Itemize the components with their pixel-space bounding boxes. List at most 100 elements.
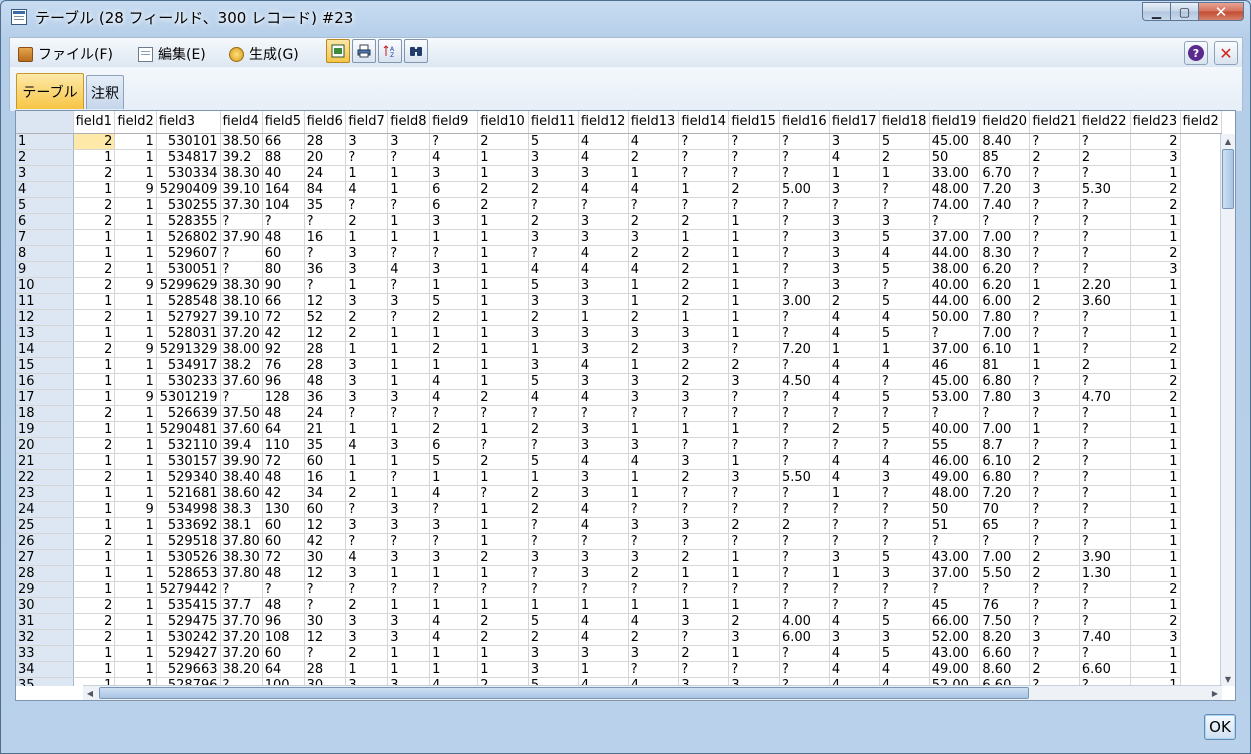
table-cell[interactable]: 1 bbox=[345, 453, 389, 470]
table-cell[interactable]: 3 bbox=[387, 293, 431, 310]
table-cell[interactable]: 5279442 bbox=[156, 581, 221, 598]
table-cell[interactable]: 3 bbox=[345, 629, 389, 646]
table-cell[interactable]: 92 bbox=[262, 341, 305, 358]
table-cell[interactable]: ? bbox=[678, 405, 730, 422]
table-cell[interactable]: ? bbox=[879, 197, 930, 214]
table-cell[interactable]: ? bbox=[220, 213, 263, 230]
table-cell[interactable]: 5.50 bbox=[979, 565, 1031, 582]
table-cell[interactable]: 7.80 bbox=[979, 389, 1031, 406]
table-cell[interactable]: 6.00 bbox=[779, 629, 830, 646]
table-cell[interactable]: 1 bbox=[728, 549, 780, 566]
table-cell[interactable]: 3 bbox=[1029, 181, 1080, 198]
table-cell[interactable]: 528355 bbox=[156, 213, 221, 230]
table-cell[interactable]: ? bbox=[528, 517, 579, 534]
table-cell[interactable]: 1 bbox=[429, 661, 479, 678]
column-header[interactable]: field9 bbox=[429, 111, 479, 134]
table-cell[interactable]: ? bbox=[578, 581, 629, 598]
table-cell[interactable]: 9 bbox=[114, 501, 157, 518]
table-cell[interactable]: 4 bbox=[829, 645, 880, 662]
table-cell[interactable]: 5 bbox=[429, 293, 479, 310]
table-cell[interactable]: 4 bbox=[578, 149, 629, 166]
table-cell[interactable]: 1 bbox=[477, 661, 529, 678]
table-cell[interactable]: 534917 bbox=[156, 357, 221, 374]
table-cell[interactable]: 38.3 bbox=[220, 501, 263, 518]
maximize-button[interactable]: ▢ bbox=[1170, 2, 1198, 21]
table-cell[interactable]: 3 bbox=[345, 389, 389, 406]
table-cell[interactable]: 4.50 bbox=[779, 373, 830, 390]
table-cell[interactable]: 60 bbox=[304, 501, 347, 518]
table-cell[interactable]: 6.20 bbox=[979, 277, 1031, 294]
table-cell[interactable]: 1 bbox=[578, 309, 629, 326]
table-cell[interactable]: 35 bbox=[304, 197, 347, 214]
table-cell[interactable]: 3 bbox=[578, 229, 629, 246]
vertical-scroll-thumb[interactable] bbox=[1222, 149, 1234, 209]
table-cell[interactable]: 2 bbox=[678, 645, 730, 662]
table-cell[interactable]: 42 bbox=[304, 533, 347, 550]
menu-edit[interactable]: 編集(E) bbox=[138, 44, 206, 64]
table-cell[interactable]: 2 bbox=[1029, 565, 1080, 582]
table-cell[interactable]: 2 bbox=[628, 149, 680, 166]
table-cell[interactable]: ? bbox=[528, 437, 579, 454]
table-cell[interactable]: 60 bbox=[262, 645, 305, 662]
table-cell[interactable]: 5 bbox=[528, 373, 579, 390]
table-cell[interactable]: 1 bbox=[114, 549, 157, 566]
table-cell[interactable]: 66.00 bbox=[929, 613, 981, 630]
column-header[interactable]: field1 bbox=[73, 111, 116, 134]
table-cell[interactable]: 3 bbox=[628, 389, 680, 406]
table-cell[interactable]: 2 bbox=[528, 181, 579, 198]
table-cell[interactable]: ? bbox=[879, 373, 930, 390]
table-cell[interactable]: ? bbox=[929, 325, 981, 342]
table-cell[interactable]: ? bbox=[779, 197, 830, 214]
table-cell[interactable]: ? bbox=[728, 149, 780, 166]
table-cell[interactable]: ? bbox=[728, 437, 780, 454]
table-cell[interactable]: 2 bbox=[678, 245, 730, 262]
table-cell[interactable]: 530242 bbox=[156, 629, 221, 646]
table-cell[interactable]: 4 bbox=[578, 261, 629, 278]
table-cell[interactable]: 38.1 bbox=[220, 517, 263, 534]
table-cell[interactable]: 3 bbox=[728, 629, 780, 646]
table-cell[interactable]: 7.40 bbox=[1079, 629, 1131, 646]
table-cell[interactable]: 108 bbox=[262, 629, 305, 646]
table-cell[interactable]: 1 bbox=[728, 597, 780, 614]
table-cell[interactable]: ? bbox=[728, 389, 780, 406]
table-cell[interactable]: ? bbox=[1029, 309, 1080, 326]
table-cell[interactable]: 37.80 bbox=[220, 565, 263, 582]
table-cell[interactable]: ? bbox=[1029, 325, 1080, 342]
table-cell[interactable]: ? bbox=[1079, 421, 1131, 438]
table-cell[interactable]: 37.70 bbox=[220, 613, 263, 630]
table-cell[interactable]: 12 bbox=[304, 629, 347, 646]
table-cell[interactable]: 1 bbox=[114, 357, 157, 374]
table-cell[interactable]: 528548 bbox=[156, 293, 221, 310]
column-header[interactable]: field2 bbox=[1180, 111, 1222, 134]
table-cell[interactable]: ? bbox=[1029, 581, 1080, 598]
table-cell[interactable]: ? bbox=[1079, 309, 1131, 326]
table-cell[interactable]: ? bbox=[578, 197, 629, 214]
table-cell[interactable]: 3 bbox=[879, 213, 930, 230]
table-cell[interactable]: ? bbox=[429, 501, 479, 518]
column-header[interactable]: field5 bbox=[262, 111, 305, 134]
table-cell[interactable]: 39.4 bbox=[220, 437, 263, 454]
table-cell[interactable]: ? bbox=[304, 277, 347, 294]
table-cell[interactable]: ? bbox=[628, 661, 680, 678]
table-cell[interactable]: ? bbox=[1029, 613, 1080, 630]
table-cell[interactable]: 530051 bbox=[156, 261, 221, 278]
table-cell[interactable]: 1 bbox=[387, 565, 431, 582]
row-number[interactable]: 1 bbox=[16, 133, 74, 150]
table-cell[interactable]: ? bbox=[728, 485, 780, 502]
table-cell[interactable]: 4 bbox=[578, 133, 629, 150]
table-cell[interactable]: 37.00 bbox=[929, 565, 981, 582]
table-cell[interactable]: 5291329 bbox=[156, 341, 221, 358]
table-cell[interactable]: ? bbox=[979, 581, 1031, 598]
table-cell[interactable]: 38.2 bbox=[220, 357, 263, 374]
table-cell[interactable]: 4 bbox=[829, 613, 880, 630]
table-cell[interactable]: 45 bbox=[929, 597, 981, 614]
table-cell[interactable]: 1 bbox=[1130, 501, 1181, 518]
table-cell[interactable]: 3 bbox=[578, 213, 629, 230]
tab-table[interactable]: テーブル bbox=[16, 73, 84, 109]
table-cell[interactable]: 1 bbox=[477, 517, 529, 534]
table-cell[interactable]: 2 bbox=[477, 453, 529, 470]
table-cell[interactable]: 1 bbox=[728, 261, 780, 278]
table-cell[interactable]: 2 bbox=[628, 213, 680, 230]
table-cell[interactable]: ? bbox=[387, 149, 431, 166]
table-cell[interactable]: 4 bbox=[879, 453, 930, 470]
